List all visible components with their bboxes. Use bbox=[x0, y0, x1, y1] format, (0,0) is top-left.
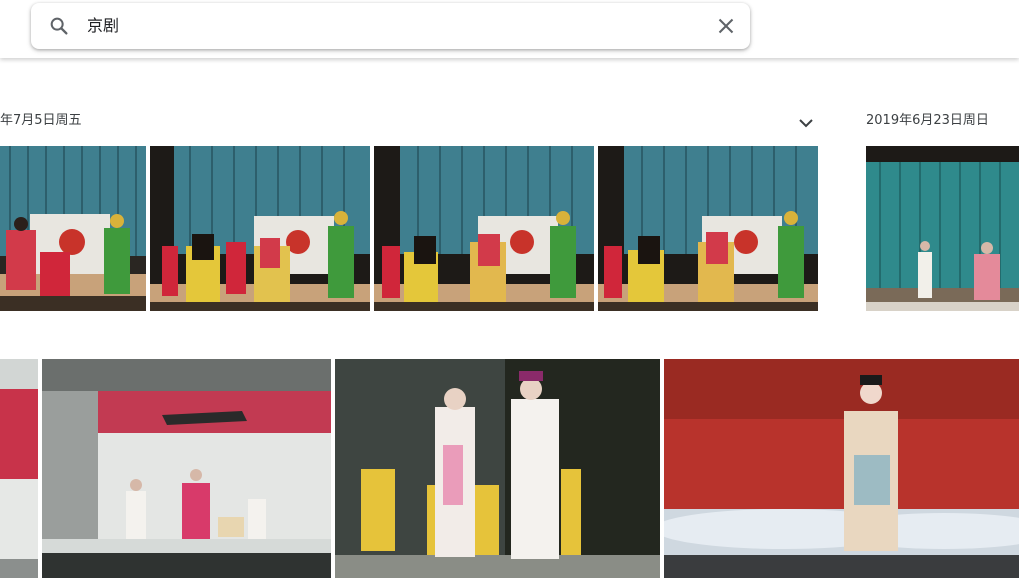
date-group-label: 年7月5日周五 bbox=[0, 113, 82, 128]
photo-thumbnail[interactable] bbox=[42, 359, 331, 578]
chevron-down-icon[interactable] bbox=[796, 114, 816, 132]
search-query[interactable]: 京剧 bbox=[87, 16, 119, 36]
photo-thumbnail[interactable] bbox=[335, 359, 660, 578]
clear-search-button[interactable] bbox=[714, 14, 738, 38]
date-group-label: 2019年6月23日周日 bbox=[866, 113, 989, 128]
photo-thumbnail[interactable] bbox=[0, 359, 38, 578]
search-icon[interactable] bbox=[48, 15, 70, 37]
photo-thumbnail[interactable] bbox=[374, 146, 594, 311]
search-box[interactable]: 京剧 bbox=[31, 3, 750, 49]
top-bar: 京剧 bbox=[0, 0, 1019, 58]
photo-thumbnail[interactable] bbox=[150, 146, 370, 311]
photo-thumbnail[interactable] bbox=[664, 359, 1019, 578]
close-icon[interactable] bbox=[717, 17, 735, 35]
photo-thumbnail[interactable] bbox=[866, 146, 1019, 311]
photo-thumbnail[interactable] bbox=[598, 146, 818, 311]
photo-thumbnail[interactable] bbox=[0, 146, 146, 311]
